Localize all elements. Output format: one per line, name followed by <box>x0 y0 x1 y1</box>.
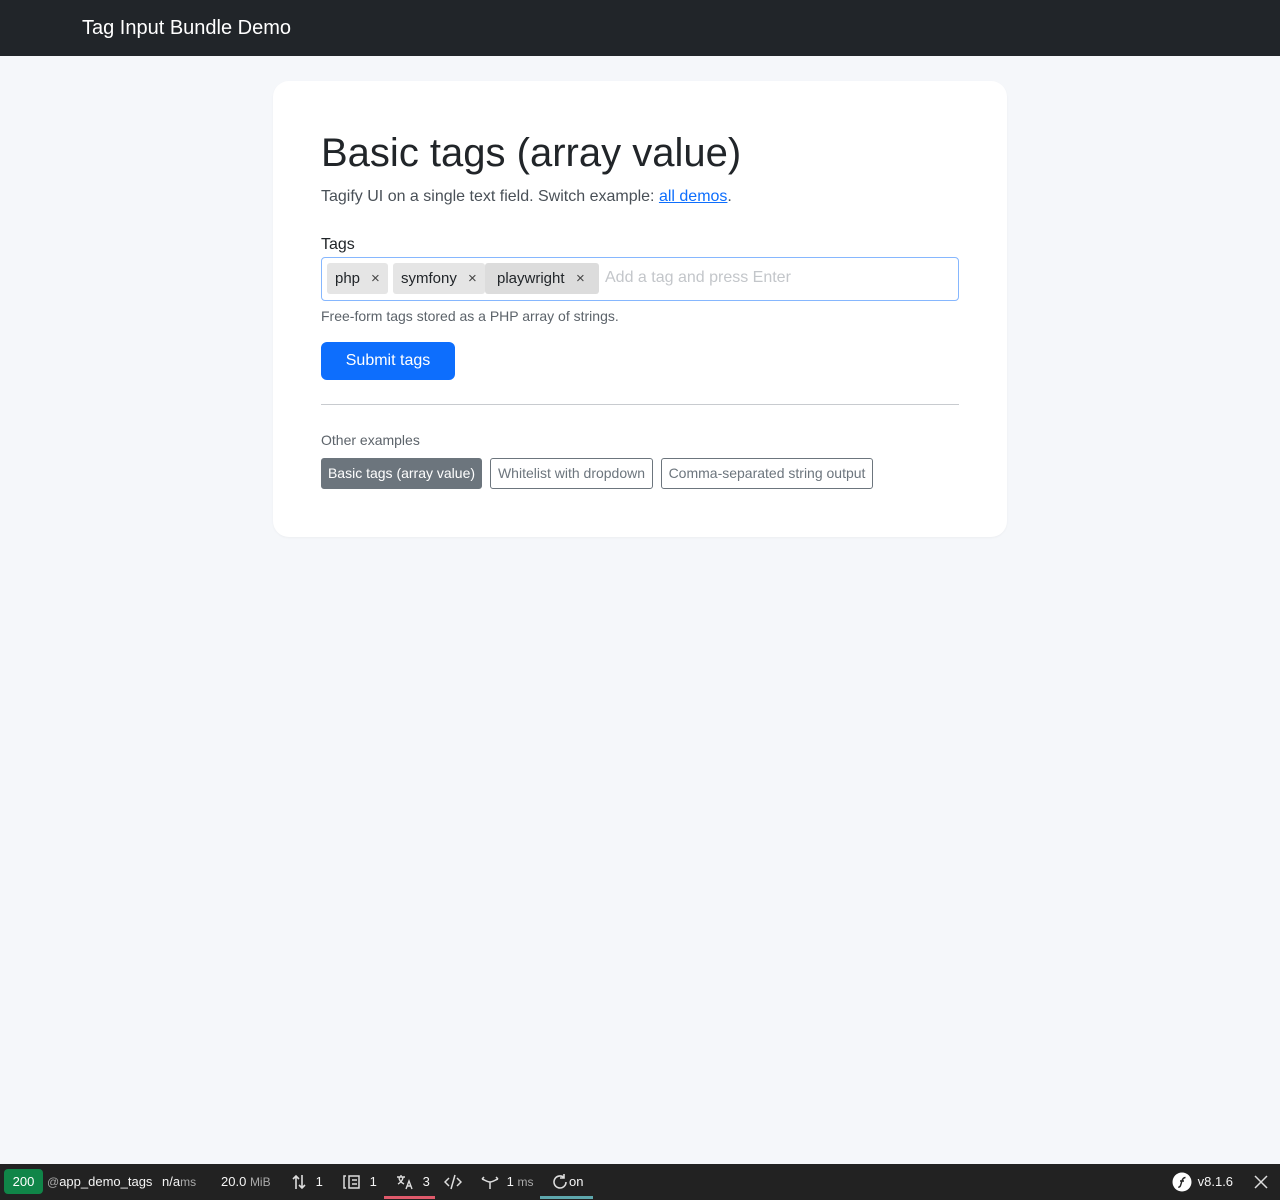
symfony-logo-icon <box>1172 1172 1192 1192</box>
route-info[interactable]: @app_demo_tags <box>47 1164 152 1200</box>
translation-icon <box>396 1174 414 1189</box>
requests-count: 1 <box>315 1174 323 1189</box>
forms-panel[interactable]: 1 <box>343 1164 377 1200</box>
branch-icon <box>481 1174 499 1189</box>
arrows-up-down-icon <box>291 1174 307 1189</box>
version-text: v8.1.6 <box>1197 1174 1234 1189</box>
close-icon <box>1254 1174 1268 1189</box>
time-panel[interactable]: n/ams <box>162 1164 196 1200</box>
symfony-version[interactable]: v8.1.6 <box>1172 1164 1233 1200</box>
route-name: app_demo_tags <box>59 1174 153 1189</box>
description-suffix: . <box>727 188 732 205</box>
memory-panel[interactable]: 20.0 MiB <box>221 1164 271 1200</box>
translation-count: 3 <box>422 1174 430 1189</box>
example-comma-separated-button[interactable]: Comma-separated string output <box>661 458 873 489</box>
submit-tags-button[interactable]: Submit tags <box>321 342 455 380</box>
forms-count: 1 <box>369 1174 377 1189</box>
tag-label: php <box>335 270 361 287</box>
navbar-brand[interactable]: Tag Input Bundle Demo <box>82 15 291 41</box>
twig-panel[interactable] <box>443 1164 463 1200</box>
remove-tag-icon[interactable]: × <box>371 263 380 294</box>
close-toolbar-button[interactable] <box>1254 1164 1268 1200</box>
live-reload-panel[interactable]: on <box>551 1164 583 1200</box>
other-examples-heading: Other examples <box>321 432 420 448</box>
live-reload-status: on <box>569 1174 584 1189</box>
tags-field-label: Tags <box>321 236 355 253</box>
remove-tag-icon[interactable]: × <box>576 263 585 294</box>
tags-help-text: Free-form tags stored as a PHP array of … <box>321 308 619 324</box>
status-badge[interactable]: 200 <box>4 1169 43 1194</box>
workflow-value: 1 <box>506 1174 514 1189</box>
route-prefix: @ <box>47 1175 60 1189</box>
example-basic-tags-button[interactable]: Basic tags (array value) <box>321 458 482 489</box>
tag-label: playwright <box>497 270 565 287</box>
tag-text-input[interactable] <box>605 266 945 290</box>
translation-panel[interactable]: 3 <box>396 1164 430 1200</box>
live-reload-indicator <box>540 1196 593 1199</box>
page-title: Basic tags (array value) <box>321 131 742 175</box>
time-value: n/a <box>162 1174 181 1189</box>
page-description: Tagify UI on a single text field. Switch… <box>321 187 732 207</box>
requests-panel[interactable]: 1 <box>291 1164 323 1200</box>
debug-toolbar: 200 @app_demo_tags n/ams 20.0 MiB 1 1 3 … <box>0 1164 1280 1200</box>
demo-card: Basic tags (array value) Tagify UI on a … <box>273 81 1007 537</box>
reload-icon <box>551 1173 569 1189</box>
tag-chip[interactable]: playwright × <box>485 263 599 294</box>
workflow-unit: ms <box>517 1175 534 1189</box>
tag-label: symfony <box>401 270 457 287</box>
divider <box>321 404 959 405</box>
tag-chip[interactable]: symfony × <box>393 263 485 294</box>
translation-panel-indicator <box>384 1196 435 1199</box>
code-icon <box>443 1174 463 1189</box>
tag-chip[interactable]: php × <box>327 263 388 294</box>
workflow-panel[interactable]: 1 ms <box>481 1164 533 1200</box>
time-unit: ms <box>180 1175 197 1189</box>
memory-value: 20.0 <box>221 1174 247 1189</box>
form-icon <box>343 1174 361 1189</box>
all-demos-link[interactable]: all demos <box>659 188 727 205</box>
memory-unit: MiB <box>249 1175 271 1189</box>
example-whitelist-button[interactable]: Whitelist with dropdown <box>490 458 653 489</box>
tag-input-field[interactable]: php × symfony × playwright × <box>321 257 959 301</box>
remove-tag-icon[interactable]: × <box>468 263 477 294</box>
description-text: Tagify UI on a single text field. Switch… <box>321 188 659 205</box>
top-navbar: Tag Input Bundle Demo <box>0 0 1280 56</box>
